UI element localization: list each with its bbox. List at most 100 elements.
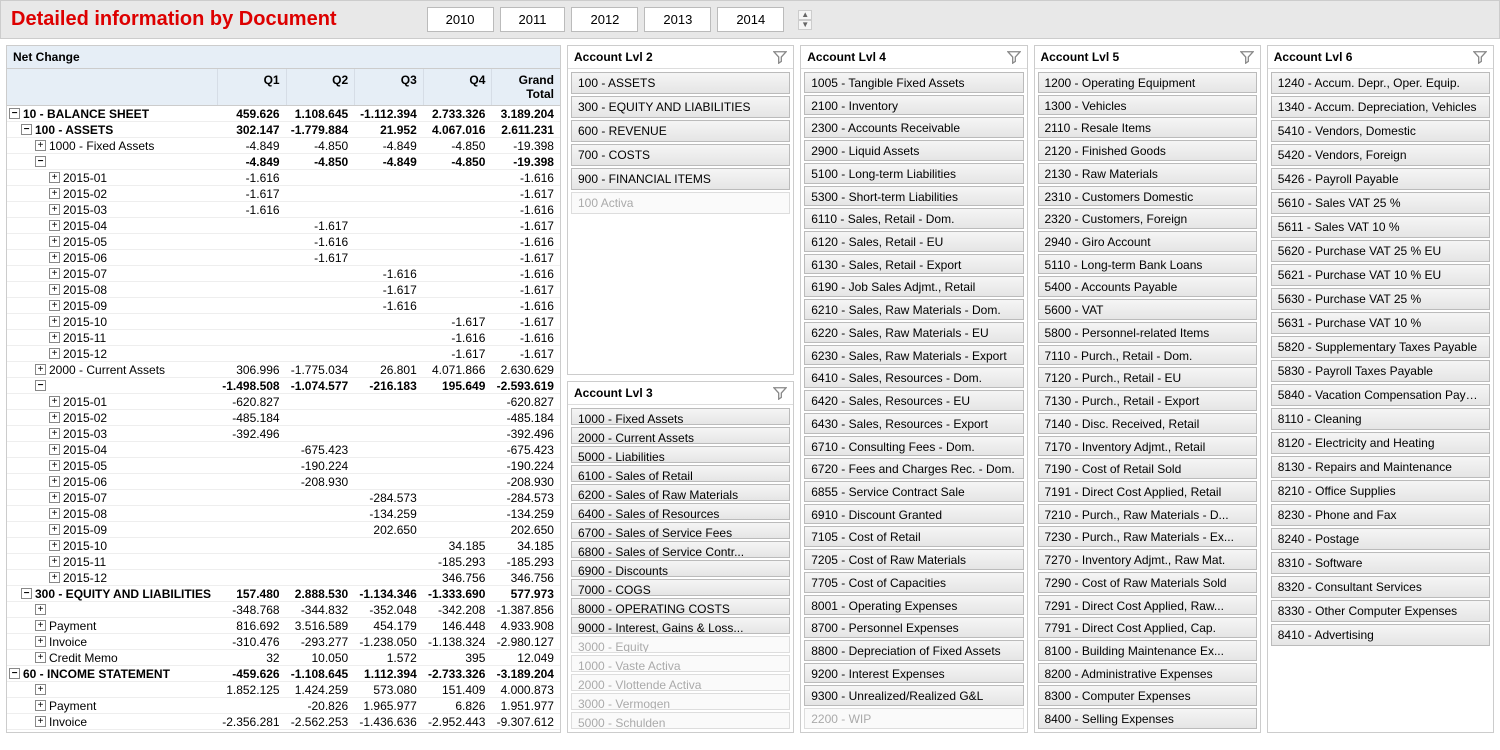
collapse-icon[interactable]: − <box>35 380 46 391</box>
slicer-item[interactable]: 7000 - COGS <box>571 579 790 596</box>
pivot-row-label[interactable]: +2015-07 <box>7 267 217 281</box>
expand-icon[interactable]: + <box>49 460 60 471</box>
slicer-item[interactable]: 1000 - Fixed Assets <box>571 408 790 425</box>
year-button[interactable]: 2014 <box>717 7 784 32</box>
spinner-up-icon[interactable]: ▲ <box>798 10 812 20</box>
expand-icon[interactable]: + <box>35 684 46 695</box>
year-spinner[interactable]: ▲ ▼ <box>798 10 812 30</box>
slicer-item[interactable]: 5631 - Purchase VAT 10 % <box>1271 312 1490 334</box>
slicer-item[interactable]: 5840 - Vacation Compensation Payable <box>1271 384 1490 406</box>
slicer-item[interactable]: 900 - FINANCIAL ITEMS <box>571 168 790 190</box>
slicer-item[interactable]: 8400 - Selling Expenses <box>1038 708 1257 729</box>
pivot-row-label[interactable]: +Payment <box>7 619 217 633</box>
pivot-row-label[interactable]: +2015-09 <box>7 299 217 313</box>
slicer-item[interactable]: 5100 - Long-term Liabilities <box>804 163 1023 184</box>
slicer-item[interactable]: 6900 - Discounts <box>571 560 790 577</box>
slicer-item[interactable]: 1005 - Tangible Fixed Assets <box>804 72 1023 93</box>
collapse-icon[interactable]: − <box>9 668 20 679</box>
slicer-item[interactable]: 6420 - Sales, Resources - EU <box>804 390 1023 411</box>
slicer-item[interactable]: 2130 - Raw Materials <box>1038 163 1257 184</box>
expand-icon[interactable]: + <box>49 428 60 439</box>
slicer-item[interactable]: 6700 - Sales of Service Fees <box>571 522 790 539</box>
expand-icon[interactable]: + <box>49 348 60 359</box>
slicer-item[interactable]: 2900 - Liquid Assets <box>804 140 1023 161</box>
expand-icon[interactable]: + <box>35 636 46 647</box>
year-button[interactable]: 2013 <box>644 7 711 32</box>
slicer-item[interactable]: 1000 - Vaste Activa <box>571 655 790 672</box>
slicer-item[interactable]: 8330 - Other Computer Expenses <box>1271 600 1490 622</box>
pivot-row-label[interactable]: +2015-08 <box>7 283 217 297</box>
expand-icon[interactable]: + <box>49 332 60 343</box>
slicer-item[interactable]: 6400 - Sales of Resources <box>571 503 790 520</box>
pivot-row-label[interactable]: +2015-02 <box>7 187 217 201</box>
slicer-item[interactable]: 8410 - Advertising <box>1271 624 1490 646</box>
pivot-row-label[interactable]: +2015-07 <box>7 491 217 505</box>
funnel-icon[interactable] <box>773 50 787 64</box>
slicer-item[interactable]: 8000 - OPERATING COSTS <box>571 598 790 615</box>
slicer-item[interactable]: 7705 - Cost of Capacities <box>804 572 1023 593</box>
slicer-item[interactable]: 2200 - WIP <box>804 708 1023 729</box>
slicer-item[interactable]: 7191 - Direct Cost Applied, Retail <box>1038 481 1257 502</box>
slicer-item[interactable]: 5426 - Payroll Payable <box>1271 168 1490 190</box>
slicer-item[interactable]: 7230 - Purch., Raw Materials - Ex... <box>1038 526 1257 547</box>
funnel-icon[interactable] <box>1473 50 1487 64</box>
spinner-down-icon[interactable]: ▼ <box>798 20 812 30</box>
slicer-item[interactable]: 8300 - Computer Expenses <box>1038 685 1257 706</box>
slicer-item[interactable]: 7210 - Purch., Raw Materials - D... <box>1038 504 1257 525</box>
slicer-item[interactable]: 8210 - Office Supplies <box>1271 480 1490 502</box>
expand-icon[interactable]: + <box>35 716 46 727</box>
slicer-item[interactable]: 5830 - Payroll Taxes Payable <box>1271 360 1490 382</box>
collapse-icon[interactable]: − <box>9 108 20 119</box>
slicer-item[interactable]: 7291 - Direct Cost Applied, Raw... <box>1038 595 1257 616</box>
pivot-row-label[interactable]: +1000 - Fixed Assets <box>7 139 217 153</box>
pivot-row-label[interactable]: +2015-12 <box>7 347 217 361</box>
slicer-item[interactable]: 5630 - Purchase VAT 25 % <box>1271 288 1490 310</box>
pivot-row-label[interactable]: −10 - BALANCE SHEET <box>7 107 217 121</box>
slicer-item[interactable]: 700 - COSTS <box>571 144 790 166</box>
slicer-item[interactable]: 2110 - Resale Items <box>1038 117 1257 138</box>
slicer-item[interactable]: 5621 - Purchase VAT 10 % EU <box>1271 264 1490 286</box>
slicer-item[interactable]: 5610 - Sales VAT 25 % <box>1271 192 1490 214</box>
slicer-item[interactable]: 6130 - Sales, Retail - Export <box>804 254 1023 275</box>
pivot-row-label[interactable]: +Credit Memo <box>7 651 217 665</box>
slicer-item[interactable]: 6910 - Discount Granted <box>804 504 1023 525</box>
expand-icon[interactable]: + <box>49 476 60 487</box>
slicer-item[interactable]: 6800 - Sales of Service Contr... <box>571 541 790 558</box>
slicer-item[interactable]: 8310 - Software <box>1271 552 1490 574</box>
funnel-icon[interactable] <box>1007 50 1021 64</box>
slicer-item[interactable]: 6120 - Sales, Retail - EU <box>804 231 1023 252</box>
slicer-item[interactable]: 5000 - Liabilities <box>571 446 790 463</box>
slicer-item[interactable]: 2940 - Giro Account <box>1038 231 1257 252</box>
year-button[interactable]: 2011 <box>500 7 566 32</box>
slicer-item[interactable]: 8120 - Electricity and Heating <box>1271 432 1490 454</box>
pivot-row-label[interactable]: +2015-09 <box>7 523 217 537</box>
pivot-row-label[interactable]: +Credit Memo <box>7 731 217 734</box>
slicer-item[interactable]: 8100 - Building Maintenance Ex... <box>1038 640 1257 661</box>
slicer-item[interactable]: 6855 - Service Contract Sale <box>804 481 1023 502</box>
slicer-item[interactable]: 8110 - Cleaning <box>1271 408 1490 430</box>
pivot-row-label[interactable]: +2015-03 <box>7 427 217 441</box>
slicer-item[interactable]: 2100 - Inventory <box>804 95 1023 116</box>
slicer-item[interactable]: 9000 - Interest, Gains & Loss... <box>571 617 790 634</box>
expand-icon[interactable]: + <box>49 396 60 407</box>
expand-icon[interactable]: + <box>35 604 46 615</box>
slicer-item[interactable]: 8320 - Consultant Services <box>1271 576 1490 598</box>
pivot-row-label[interactable]: +Invoice <box>7 635 217 649</box>
slicer-item[interactable]: 1300 - Vehicles <box>1038 95 1257 116</box>
slicer-item[interactable]: 2000 - Vlottende Activa <box>571 674 790 691</box>
slicer-item[interactable]: 3000 - Vermogen <box>571 693 790 710</box>
expand-icon[interactable]: + <box>49 572 60 583</box>
pivot-row-label[interactable]: +2015-10 <box>7 539 217 553</box>
slicer-item[interactable]: 3000 - Equity <box>571 636 790 653</box>
pivot-row-label[interactable]: +2015-06 <box>7 475 217 489</box>
expand-icon[interactable]: + <box>35 700 46 711</box>
slicer-item[interactable]: 5800 - Personnel-related Items <box>1038 322 1257 343</box>
slicer-item[interactable]: 7205 - Cost of Raw Materials <box>804 549 1023 570</box>
slicer-item[interactable]: 7290 - Cost of Raw Materials Sold <box>1038 572 1257 593</box>
expand-icon[interactable]: + <box>49 252 60 263</box>
slicer-item[interactable]: 6100 - Sales of Retail <box>571 465 790 482</box>
slicer-item[interactable]: 7791 - Direct Cost Applied, Cap. <box>1038 617 1257 638</box>
slicer-item[interactable]: 5000 - Schulden <box>571 712 790 729</box>
slicer-item[interactable]: 1340 - Accum. Depreciation, Vehicles <box>1271 96 1490 118</box>
pivot-row-label[interactable]: +2015-04 <box>7 443 217 457</box>
